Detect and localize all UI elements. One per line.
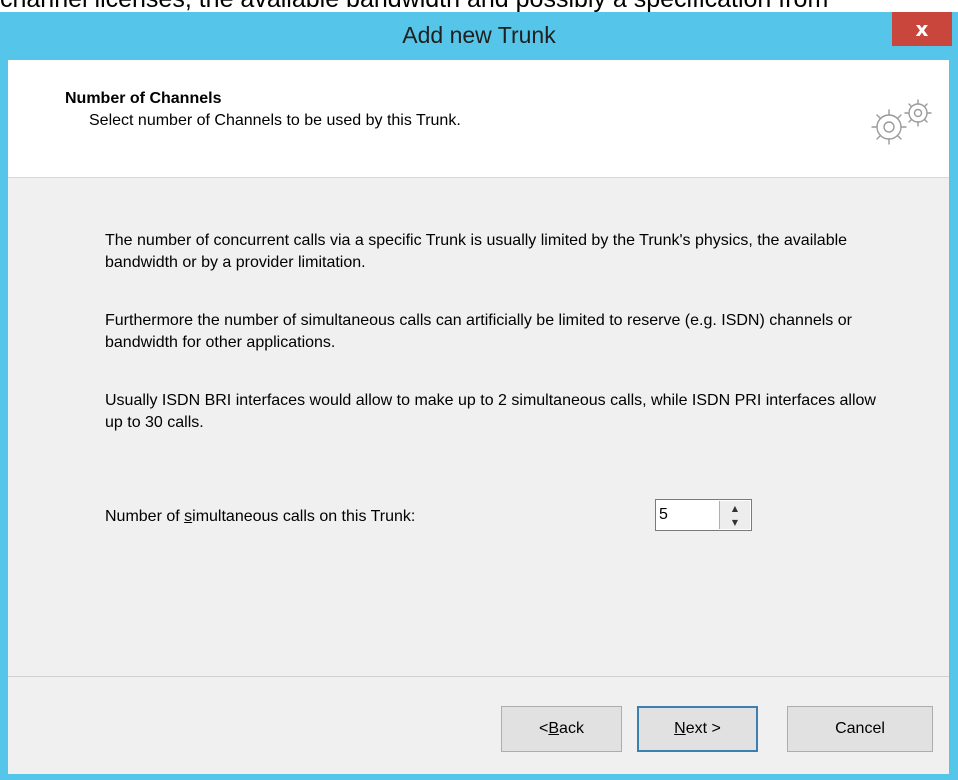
spin-up-button[interactable]: ▲ (720, 501, 750, 516)
page-subtitle: Select number of Channels to be used by … (89, 112, 461, 129)
back-label-start: < (539, 720, 549, 737)
label-text-start: Number of (105, 508, 185, 525)
dialog-client-area: Number of Channels Select number of Chan… (8, 60, 949, 774)
back-label-end: ack (559, 720, 584, 737)
back-button[interactable]: < Back (501, 706, 622, 752)
simultaneous-calls-label: Number of simultaneous calls on this Tru… (105, 508, 415, 526)
next-mnemonic: N (674, 720, 686, 737)
cancel-button[interactable]: Cancel (787, 706, 933, 752)
footer-divider (8, 676, 949, 677)
simultaneous-calls-spinner[interactable]: 5 ▲ ▼ (655, 499, 752, 531)
spinner-value[interactable]: 5 (659, 506, 668, 524)
description-paragraph-2: Furthermore the number of simultaneous c… (105, 312, 852, 351)
add-trunk-dialog: Add new Trunk x Number of Channels Selec… (0, 12, 958, 780)
label-mnemonic: s (184, 508, 193, 525)
spinner-buttons: ▲ ▼ (719, 501, 750, 529)
back-mnemonic: B (548, 720, 560, 737)
next-label-end: ext > (685, 720, 721, 737)
description-paragraph-1: The number of concurrent calls via a spe… (105, 232, 848, 271)
window-title: Add new Trunk (402, 22, 556, 48)
spin-down-button[interactable]: ▼ (720, 515, 750, 529)
description-paragraph-3: Usually ISDN BRI interfaces would allow … (105, 392, 876, 431)
label-text-end: imultaneous calls on this Trunk: (192, 508, 416, 525)
page-title: Number of Channels (65, 90, 222, 107)
gears-icon (871, 99, 932, 145)
close-button[interactable]: x (892, 12, 952, 46)
wizard-header: Number of Channels Select number of Chan… (8, 60, 949, 178)
next-button[interactable]: Next > (637, 706, 758, 752)
title-bar[interactable]: Add new Trunk x (0, 12, 958, 60)
